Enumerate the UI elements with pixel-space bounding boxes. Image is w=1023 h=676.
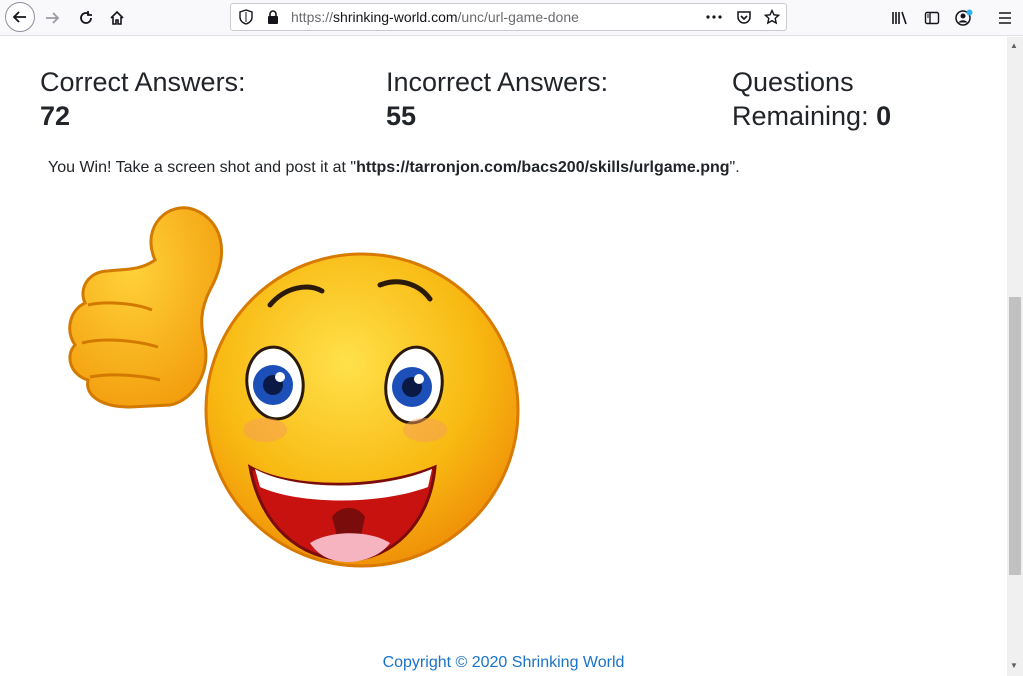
win-message-prefix: You Win! Take a screen shot and post it … <box>48 159 357 176</box>
shield-icon[interactable] <box>238 9 254 25</box>
back-icon <box>12 11 26 23</box>
page-actions-icon[interactable] <box>706 15 722 19</box>
sidebar-button[interactable] <box>918 4 946 32</box>
pocket-icon[interactable] <box>736 9 752 25</box>
menu-button[interactable] <box>991 4 1019 32</box>
questions-remaining-stat: Questions Remaining: 0 <box>732 65 891 133</box>
home-button[interactable] <box>103 4 131 32</box>
sidebar-icon <box>924 11 940 25</box>
library-button[interactable] <box>886 4 914 32</box>
questions-remaining-label-line1: Questions <box>732 67 854 97</box>
incorrect-answers-label: Incorrect Answers: <box>386 67 609 97</box>
home-icon <box>110 10 124 25</box>
reload-icon <box>80 11 92 24</box>
win-message: You Win! Take a screen shot and post it … <box>48 159 740 177</box>
url-bar[interactable]: https://shrinking-world.com/unc/url-game… <box>230 3 787 31</box>
screenshot-url: https://tarronjon.com/bacs200/skills/url… <box>356 159 730 176</box>
page-scrollbar[interactable]: ▲ ▼ <box>1007 37 1023 676</box>
questions-remaining-label-line2: Remaining: <box>732 101 869 131</box>
correct-answers-stat: Correct Answers: 72 <box>40 65 246 133</box>
smiley-face <box>204 252 520 568</box>
correct-answers-value: 72 <box>40 101 71 131</box>
page-content: Correct Answers: 72 Incorrect Answers: 5… <box>0 37 1007 676</box>
questions-remaining-value: 0 <box>876 101 892 131</box>
correct-answers-label: Correct Answers: <box>40 67 246 97</box>
thumbs-up-hand <box>68 206 224 409</box>
account-button[interactable] <box>950 4 978 32</box>
url-path: /unc/url-game-done <box>457 9 579 25</box>
bookmark-star-icon[interactable] <box>764 9 780 25</box>
back-button[interactable] <box>5 2 35 32</box>
incorrect-answers-stat: Incorrect Answers: 55 <box>386 65 608 133</box>
thumbs-up-smiley-emoji <box>68 206 520 568</box>
url-host: shrinking-world.com <box>333 9 458 25</box>
win-message-suffix: ". <box>729 159 740 176</box>
lock-icon[interactable] <box>266 9 280 25</box>
incorrect-answers-value: 55 <box>386 101 417 131</box>
url-text[interactable]: https://shrinking-world.com/unc/url-game… <box>291 9 579 25</box>
browser-toolbar: https://shrinking-world.com/unc/url-game… <box>0 0 1023 36</box>
menu-icon <box>999 12 1011 24</box>
account-icon <box>955 9 973 26</box>
scroll-thumb[interactable] <box>1009 297 1021 575</box>
scroll-down-arrow[interactable]: ▼ <box>1010 661 1018 670</box>
library-icon <box>892 11 907 25</box>
url-scheme: https:// <box>291 9 334 25</box>
reload-button[interactable] <box>72 4 100 32</box>
scroll-up-arrow[interactable]: ▲ <box>1010 41 1018 50</box>
forward-icon <box>46 12 60 24</box>
forward-button[interactable] <box>38 4 66 32</box>
footer-copyright[interactable]: Copyright © 2020 Shrinking World <box>0 654 1007 672</box>
